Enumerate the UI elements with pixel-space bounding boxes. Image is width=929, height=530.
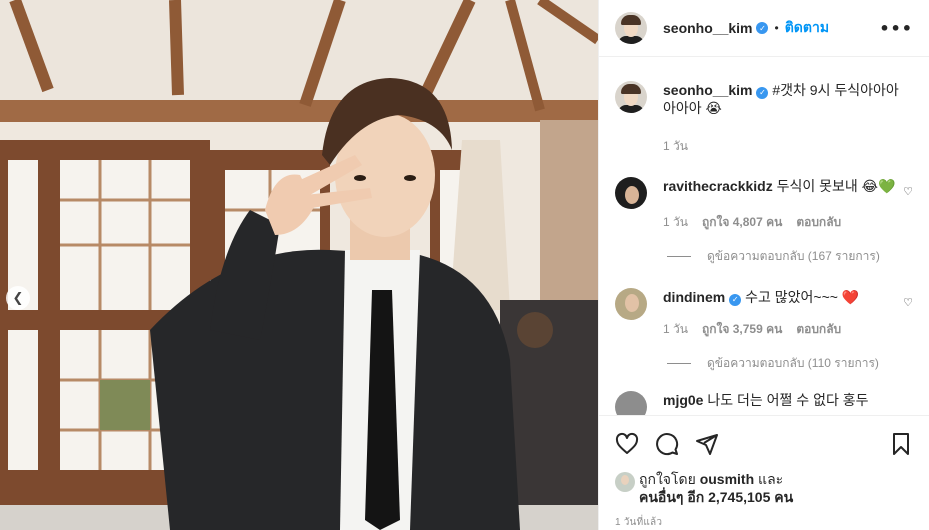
share-icon[interactable]: [695, 432, 719, 456]
likes-count[interactable]: คนอื่นๆ อีก 2,745,105 คน: [639, 489, 793, 505]
view-replies-label: ดูข้อความตอบกลับ (110 รายการ): [707, 356, 879, 370]
comment-item: mjg0e 나도 더는 어쩔 수 없다 홍두: [615, 391, 913, 415]
comment-text: 수고 많았어~~~ ❤️: [745, 289, 860, 305]
comment-item: ravithecrackkidz 두식이 못보내 😂💚 1 วัน ถูกใจ …: [615, 177, 913, 231]
post-sidebar: seonho__kim ✓ • ติดตาม ••• seonho__kim ✓ …: [598, 0, 929, 530]
post-timestamp[interactable]: 1 วันที่แล้ว: [615, 515, 662, 530]
caption-username[interactable]: seonho__kim: [663, 82, 752, 98]
caption-time[interactable]: 1 วัน: [663, 137, 688, 155]
author-username[interactable]: seonho__kim: [663, 20, 752, 36]
comment-likes[interactable]: ถูกใจ 3,759 คน: [702, 320, 782, 338]
more-options-icon[interactable]: •••: [879, 19, 913, 38]
verified-badge-icon: ✓: [756, 22, 769, 34]
commenter-avatar[interactable]: [615, 177, 647, 209]
bookmark-icon[interactable]: [889, 432, 913, 456]
view-replies-label: ดูข้อความตอบกลับ (167 รายการ): [707, 249, 880, 263]
commenter-avatar[interactable]: [615, 391, 647, 415]
caption: seonho__kim ✓ #갯차 9시 두식아아아아아아 😭 1 วัน: [615, 81, 913, 155]
liker-username[interactable]: ousmith: [700, 471, 754, 487]
view-replies-button[interactable]: ดูข้อความตอบกลับ (167 รายการ): [667, 247, 913, 266]
separator-dot: •: [774, 21, 779, 35]
photo-illustration: [0, 0, 598, 530]
comments-list[interactable]: seonho__kim ✓ #갯차 9시 두식아아아아아아 😭 1 วัน rav…: [599, 57, 929, 415]
comment-username[interactable]: ravithecrackkidz: [663, 178, 773, 194]
commenter-avatar[interactable]: [615, 288, 647, 320]
comment-text: 두식이 못보내 😂💚: [776, 178, 896, 194]
heart-icon[interactable]: [615, 432, 639, 456]
comment-item: dindinem ✓ 수고 많았어~~~ ❤️ 1 วัน ถูกใจ 3,759…: [615, 288, 913, 338]
comment-username[interactable]: mjg0e: [663, 392, 703, 408]
comment-time[interactable]: 1 วัน: [663, 320, 688, 338]
replies-divider: [667, 363, 691, 364]
caption-avatar[interactable]: [615, 81, 647, 113]
comment-text: 나도 더는 어쩔 수 없다 홍두: [707, 392, 869, 408]
post-header: seonho__kim ✓ • ติดตาม •••: [599, 0, 929, 57]
likes-and: และ: [758, 471, 784, 487]
reply-button[interactable]: ตอบกลับ: [796, 213, 841, 231]
verified-badge-icon: ✓: [756, 87, 769, 99]
replies-divider: [667, 256, 691, 257]
comment-time[interactable]: 1 วัน: [663, 213, 688, 231]
action-bar: [599, 415, 929, 471]
reply-button[interactable]: ตอบกลับ: [796, 320, 841, 338]
liker-avatar[interactable]: [615, 472, 635, 492]
view-replies-button[interactable]: ดูข้อความตอบกลับ (110 รายการ): [667, 354, 913, 373]
follow-button[interactable]: ติดตาม: [785, 17, 829, 39]
comment-like-heart-icon[interactable]: ♡: [903, 296, 913, 309]
likes-prefix: ถูกใจโดย: [639, 471, 696, 487]
comment-like-heart-icon[interactable]: ♡: [903, 185, 913, 198]
likes-summary: ถูกใจโดย ousmith และ คนอื่นๆ อีก 2,745,1…: [615, 470, 913, 506]
comment-icon[interactable]: [655, 432, 679, 456]
verified-badge-icon: ✓: [729, 294, 742, 306]
chevron-left-icon[interactable]: ❮: [6, 286, 30, 310]
comment-likes[interactable]: ถูกใจ 4,807 คน: [702, 213, 782, 231]
post-photo[interactable]: ❮: [0, 0, 598, 530]
author-avatar[interactable]: [615, 12, 647, 44]
comment-username[interactable]: dindinem: [663, 289, 725, 305]
